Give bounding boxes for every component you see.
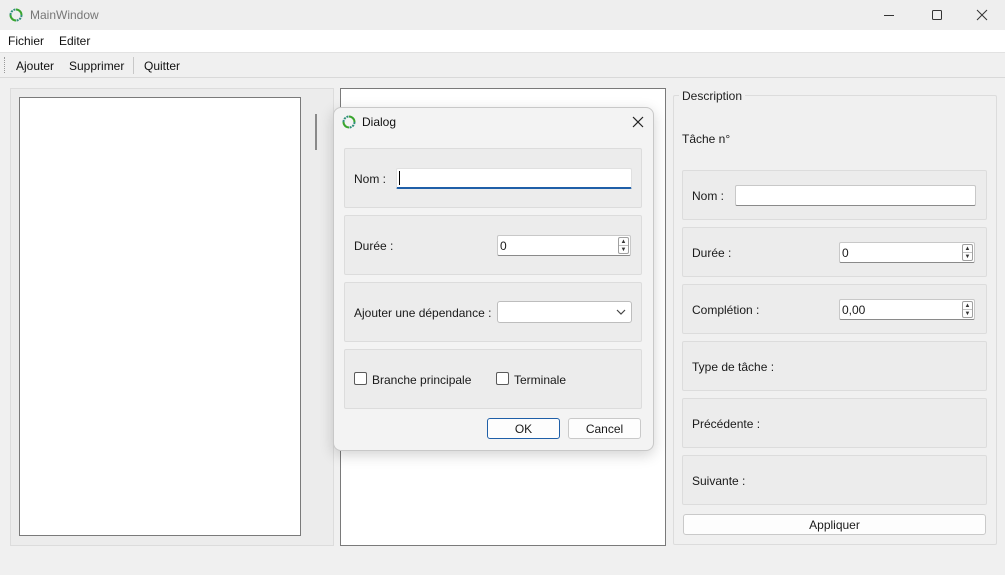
maximize-icon — [932, 10, 942, 20]
menu-fichier[interactable]: Fichier — [8, 34, 44, 48]
suivante-label: Suivante : — [692, 474, 746, 488]
description-title: Description — [679, 89, 746, 103]
completion-spinbox[interactable]: 0,00 ▲ ▼ — [839, 299, 975, 320]
status-bar — [0, 553, 1005, 575]
nom-label: Nom : — [692, 189, 725, 203]
cancel-button[interactable]: Cancel — [568, 418, 641, 439]
close-icon — [632, 116, 644, 128]
dialog-nom-label: Nom : — [354, 172, 387, 186]
nom-field[interactable] — [735, 185, 976, 206]
completion-value: 0,00 — [842, 303, 866, 317]
spin-down-icon[interactable]: ▼ — [963, 252, 972, 260]
menu-bar — [0, 30, 1005, 52]
toolbar-grip[interactable] — [4, 57, 6, 73]
close-window-button[interactable] — [959, 0, 1005, 30]
spin-arrows[interactable]: ▲ ▼ — [962, 244, 973, 261]
dialog-duree-label: Durée : — [354, 239, 394, 253]
close-icon — [976, 9, 988, 21]
branche-label[interactable]: Branche principale — [372, 373, 471, 387]
terminale-checkbox[interactable] — [496, 372, 509, 385]
completion-label: Complétion : — [692, 303, 760, 317]
spin-up-icon[interactable]: ▲ — [963, 245, 972, 252]
spin-up-icon[interactable]: ▲ — [619, 238, 628, 245]
dialog-duree-spinbox[interactable]: 0 ▲ ▼ — [497, 235, 631, 256]
duree-value: 0 — [842, 246, 849, 260]
chevron-down-icon — [616, 309, 626, 315]
type-label: Type de tâche : — [692, 360, 775, 374]
spin-arrows[interactable]: ▲ ▼ — [618, 237, 629, 254]
dialog-nom-field[interactable] — [396, 168, 632, 189]
splitter-handle[interactable] — [315, 114, 317, 150]
dialog-dependance-label: Ajouter une dépendance : — [354, 306, 492, 320]
title-bar — [0, 0, 1005, 30]
spin-arrows[interactable]: ▲ ▼ — [962, 301, 973, 318]
qt-ring-icon — [342, 115, 356, 129]
terminale-label[interactable]: Terminale — [514, 373, 566, 387]
qt-ring-icon — [9, 8, 23, 22]
dialog-duree-value: 0 — [500, 239, 507, 253]
spin-down-icon[interactable]: ▼ — [963, 309, 972, 317]
toolbar-ajouter-button[interactable]: Ajouter — [16, 59, 54, 73]
duree-spinbox[interactable]: 0 ▲ ▼ — [839, 242, 975, 263]
branche-checkbox[interactable] — [354, 372, 367, 385]
toolbar-quitter-button[interactable]: Quitter — [144, 59, 180, 73]
window-title: MainWindow — [30, 8, 99, 22]
task-number-label: Tâche n° — [682, 132, 731, 146]
ok-button[interactable]: OK — [487, 418, 560, 439]
minimize-button[interactable] — [866, 0, 912, 30]
task-list[interactable] — [19, 97, 301, 536]
maximize-button[interactable] — [914, 0, 960, 30]
dialog-close-button[interactable] — [628, 112, 648, 132]
dependance-combobox[interactable] — [497, 301, 632, 323]
apply-button[interactable]: Appliquer — [683, 514, 986, 535]
minimize-icon — [884, 15, 894, 16]
precedente-label: Précédente : — [692, 417, 761, 431]
dialog-title: Dialog — [362, 115, 397, 129]
spin-up-icon[interactable]: ▲ — [963, 302, 972, 309]
toolbar-separator — [133, 57, 134, 74]
menu-editer[interactable]: Editer — [59, 34, 90, 48]
text-caret — [399, 171, 400, 185]
toolbar-supprimer-button[interactable]: Supprimer — [69, 59, 124, 73]
duree-label: Durée : — [692, 246, 732, 260]
spin-down-icon[interactable]: ▼ — [619, 245, 628, 253]
